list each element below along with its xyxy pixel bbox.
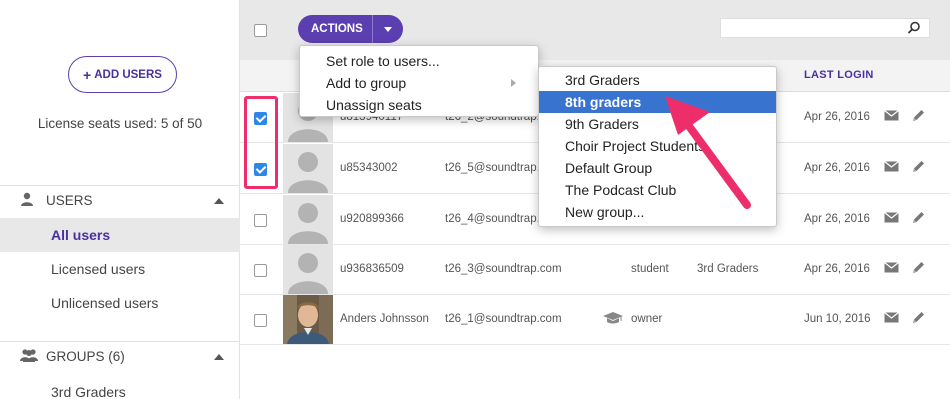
collapse-icon[interactable] xyxy=(214,198,224,204)
sidebar-item-all-users[interactable]: All users xyxy=(0,218,240,252)
pencil-icon[interactable] xyxy=(911,108,926,126)
avatar xyxy=(283,295,333,344)
select-all-checkbox[interactable] xyxy=(254,24,267,37)
last-login: Apr 26, 2016 xyxy=(804,111,870,123)
email: t26_3@soundtrap.com xyxy=(445,263,562,275)
user-icon xyxy=(20,192,34,209)
menu-item-unassign-seats[interactable]: Unassign seats xyxy=(300,94,538,116)
group: 3rd Graders xyxy=(697,263,759,275)
row-checkbox[interactable] xyxy=(254,264,267,277)
actions-menu: Set role to users... Add to group Unassi… xyxy=(299,45,539,117)
pencil-icon[interactable] xyxy=(911,210,926,228)
pencil-icon[interactable] xyxy=(911,159,926,177)
sidebar-item-3rd-graders[interactable]: 3rd Graders xyxy=(0,375,240,399)
menu-item-add-to-group[interactable]: Add to group xyxy=(300,72,538,94)
annotation-arrow-icon xyxy=(665,96,751,209)
pencil-icon[interactable] xyxy=(911,260,926,278)
collapse-icon[interactable] xyxy=(214,354,224,360)
add-users-label: ADD USERS xyxy=(94,68,162,81)
users-section-label: USERS xyxy=(46,193,93,208)
license-seats-text: License seats used: 5 of 50 xyxy=(37,116,203,131)
pencil-icon[interactable] xyxy=(911,310,926,328)
username: u920899366 xyxy=(340,213,404,225)
username: u936836509 xyxy=(340,263,404,275)
envelope-icon[interactable] xyxy=(884,212,899,226)
avatar xyxy=(283,195,333,244)
envelope-icon[interactable] xyxy=(884,110,899,124)
last-login: Apr 26, 2016 xyxy=(804,213,870,225)
sidebar: + ADD USERS License seats used: 5 of 50 … xyxy=(0,0,240,399)
envelope-icon[interactable] xyxy=(884,312,899,326)
submenu-item-3rd-graders[interactable]: 3rd Graders xyxy=(539,69,776,91)
plus-icon: + xyxy=(83,66,92,83)
graduation-cap-icon xyxy=(603,311,623,328)
chevron-down-icon[interactable] xyxy=(373,26,403,32)
envelope-icon[interactable] xyxy=(884,161,899,175)
menu-item-add-to-group-label: Add to group xyxy=(326,75,407,91)
menu-item-set-role[interactable]: Set role to users... xyxy=(300,50,538,72)
avatar xyxy=(283,144,333,193)
table-row[interactable]: u936836509 t26_3@soundtrap.com student 3… xyxy=(240,245,950,295)
last-login: Apr 26, 2016 xyxy=(804,162,870,174)
username: u85343002 xyxy=(340,162,398,174)
group-icon xyxy=(20,348,38,365)
table-row[interactable]: Anders Johnsson t26_1@soundtrap.com owne… xyxy=(240,295,950,345)
username: Anders Johnsson xyxy=(340,313,429,325)
row-checkbox[interactable] xyxy=(254,314,267,327)
groups-section-label: GROUPS (6) xyxy=(46,349,125,364)
sidebar-item-licensed-users[interactable]: Licensed users xyxy=(0,252,240,286)
search-input[interactable] xyxy=(720,18,930,38)
role: student xyxy=(631,263,669,275)
row-checkbox[interactable] xyxy=(254,214,267,227)
last-login-header[interactable]: LAST LOGIN xyxy=(804,69,874,81)
sidebar-item-unlicensed-users[interactable]: Unlicensed users xyxy=(0,286,240,320)
role: owner xyxy=(631,313,663,325)
actions-button[interactable]: ACTIONS xyxy=(298,15,403,43)
last-login: Jun 10, 2016 xyxy=(804,313,871,325)
add-users-button[interactable]: + ADD USERS xyxy=(68,56,177,93)
annotation-highlight-box xyxy=(244,96,278,189)
groups-section-header[interactable]: GROUPS (6) xyxy=(0,341,240,371)
users-section-header[interactable]: USERS xyxy=(0,185,240,215)
last-login: Apr 26, 2016 xyxy=(804,263,870,275)
envelope-icon[interactable] xyxy=(884,262,899,276)
avatar xyxy=(283,245,333,294)
actions-label: ACTIONS xyxy=(311,23,363,35)
chevron-right-icon xyxy=(511,79,516,87)
search-icon[interactable] xyxy=(907,21,921,40)
email: t26_1@soundtrap.com xyxy=(445,313,562,325)
